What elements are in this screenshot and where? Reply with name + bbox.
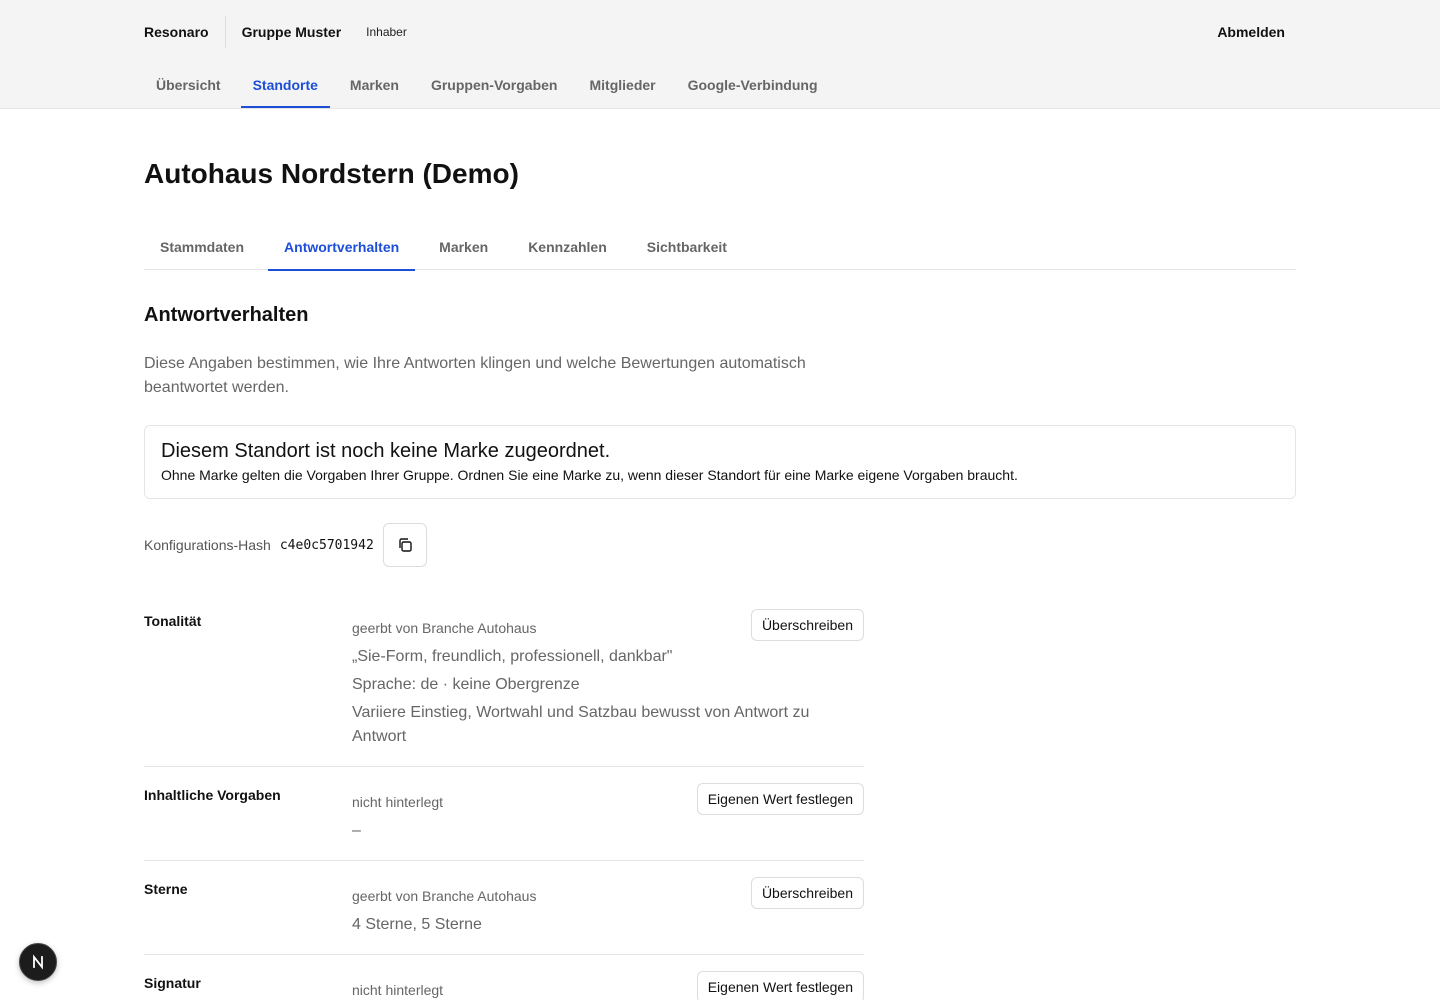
settings-list: Tonalität geerbt von Branche Autohaus Üb… — [144, 593, 864, 1000]
setting-source: geerbt von Branche Autohaus — [352, 888, 537, 904]
top-bar: Resonaro Gruppe Muster Inhaber Abmelden … — [0, 0, 1440, 109]
main-tab-group-defaults[interactable]: Gruppen-Vorgaben — [419, 62, 570, 108]
copy-icon — [397, 537, 413, 553]
page-title: Autohaus Nordstern (Demo) — [144, 158, 519, 189]
setting-body: nicht hinterlegt Eigenen Wert festlegen … — [352, 783, 864, 843]
setting-label: Tonalität — [144, 613, 202, 629]
setting-row-content-rules: Inhaltliche Vorgaben nicht hinterlegt Ei… — [144, 767, 864, 861]
setting-values: – — [352, 819, 864, 843]
main-content: Autohaus Nordstern (Demo) Stammdaten Ant… — [144, 109, 1296, 1000]
config-hash-label: Konfigurations-Hash — [144, 537, 271, 553]
tab-master-data[interactable]: Stammdaten — [144, 232, 260, 270]
section-description: Diese Angaben bestimmen, wie Ihre Antwor… — [144, 355, 806, 396]
setting-value: Sprache: de · keine Obergrenze — [352, 676, 580, 693]
brand-name[interactable]: Resonaro — [144, 24, 209, 40]
next-logo-icon[interactable] — [19, 943, 57, 981]
header-row: Resonaro Gruppe Muster Inhaber Abmelden — [144, 16, 1285, 48]
no-brand-notice: Diesem Standort ist noch keine Marke zug… — [144, 425, 1296, 499]
notice-title: Diesem Standort ist noch keine Marke zug… — [161, 440, 611, 462]
main-tab-members[interactable]: Mitglieder — [577, 62, 667, 108]
setting-body: geerbt von Branche Autohaus Überschreibe… — [352, 609, 864, 749]
setting-value: „Sie-Form, freundlich, professionell, da… — [352, 648, 673, 665]
set-signature-button[interactable]: Eigenen Wert festlegen — [696, 971, 864, 1000]
setting-value: – — [352, 822, 361, 839]
override-tonality-button[interactable]: Überschreiben — [750, 609, 864, 641]
setting-head: nicht hinterlegt Eigenen Wert festlegen — [352, 971, 864, 1000]
main-tab-brands[interactable]: Marken — [338, 62, 411, 108]
setting-label: Inhaltliche Vorgaben — [144, 787, 281, 803]
setting-values: „Sie-Form, freundlich, professionell, da… — [352, 645, 864, 749]
setting-row-tonality: Tonalität geerbt von Branche Autohaus Üb… — [144, 593, 864, 767]
setting-head: geerbt von Branche Autohaus Überschreibe… — [352, 609, 864, 641]
setting-source: nicht hinterlegt — [352, 982, 444, 998]
setting-label: Sterne — [144, 881, 188, 897]
config-hash-value: c4e0c5701942 — [279, 537, 374, 553]
setting-row-stars: Sterne geerbt von Branche Autohaus Übers… — [144, 861, 864, 955]
header-divider — [224, 16, 226, 48]
set-content-rules-button[interactable]: Eigenen Wert festlegen — [696, 783, 864, 815]
setting-source: nicht hinterlegt — [352, 794, 444, 810]
notice-body: Ohne Marke gelten die Vorgaben Ihrer Gru… — [161, 467, 1018, 483]
setting-values: 4 Sterne, 5 Sterne — [352, 913, 864, 937]
logout-button[interactable]: Abmelden — [1217, 24, 1285, 40]
tab-response-behavior[interactable]: Antwortverhalten — [268, 232, 416, 271]
main-tab-overview[interactable]: Übersicht — [144, 62, 233, 108]
setting-body: nicht hinterlegt Eigenen Wert festlegen — [352, 971, 864, 1000]
setting-value: Variiere Einstieg, Wortwahl und Satzbau … — [352, 704, 810, 745]
tab-metrics[interactable]: Kennzahlen — [512, 232, 623, 270]
main-tab-locations[interactable]: Standorte — [240, 62, 331, 108]
tab-visibility[interactable]: Sichtbarkeit — [631, 232, 743, 270]
role-badge: Inhaber — [366, 25, 407, 39]
setting-source: geerbt von Branche Autohaus — [352, 620, 537, 636]
config-hash-row: Konfigurations-Hash c4e0c5701942 — [144, 523, 1296, 567]
setting-row-signature: Signatur nicht hinterlegt Eigenen Wert f… — [144, 955, 864, 1000]
override-stars-button[interactable]: Überschreiben — [750, 877, 864, 909]
main-nav: Übersicht Standorte Marken Gruppen-Vorga… — [144, 62, 838, 109]
group-name: Gruppe Muster — [241, 24, 342, 40]
setting-head: geerbt von Branche Autohaus Überschreibe… — [352, 877, 864, 909]
location-tabs: Stammdaten Antwortverhalten Marken Kennz… — [144, 232, 1296, 271]
setting-body: geerbt von Branche Autohaus Überschreibe… — [352, 877, 864, 937]
setting-head: nicht hinterlegt Eigenen Wert festlegen — [352, 783, 864, 815]
setting-value: 4 Sterne, 5 Sterne — [352, 916, 482, 933]
main-tab-google-connection[interactable]: Google-Verbindung — [676, 62, 830, 108]
tab-brands[interactable]: Marken — [423, 232, 504, 270]
copy-hash-button[interactable] — [382, 523, 427, 567]
section-title: Antwortverhalten — [144, 304, 309, 326]
setting-label: Signatur — [144, 975, 201, 991]
